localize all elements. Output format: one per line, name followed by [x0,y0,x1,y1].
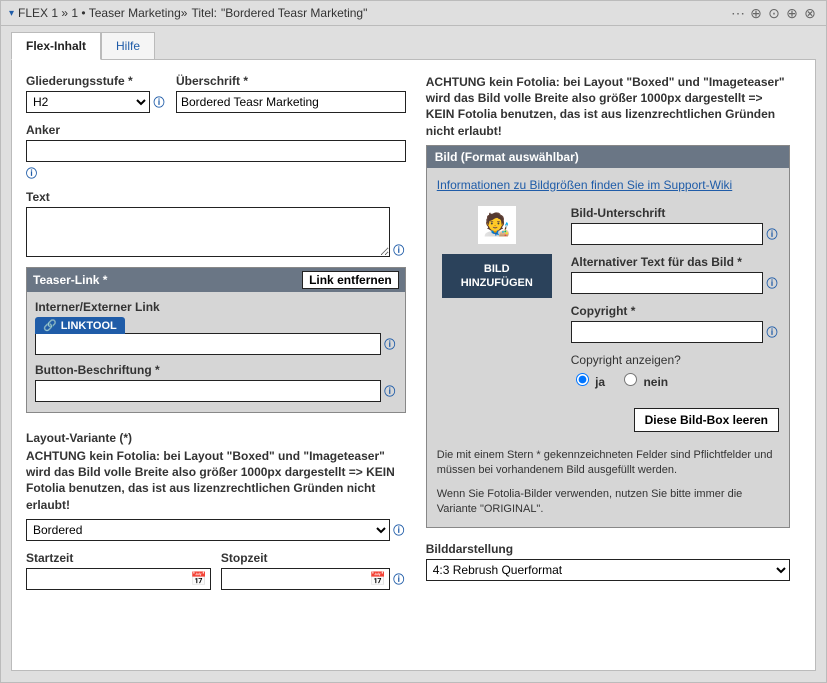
text-label: Text [26,190,406,204]
copyright-show-label: Copyright anzeigen? [571,353,779,367]
copyright-input[interactable] [571,321,763,343]
teaser-link-box: Teaser-Link * Link entfernen Interner/Ex… [26,267,406,413]
anker-label: Anker [26,123,406,137]
fotolia-note: Wenn Sie Fotolia-Bilder verwenden, nutze… [437,487,779,518]
bilddarstellung-label: Bilddarstellung [426,542,790,556]
button-beschriftung-label: Button-Beschriftung * [35,363,397,377]
anker-input[interactable] [26,140,406,162]
text-textarea[interactable] [26,207,390,257]
info-icon[interactable] [383,337,397,351]
bild-unterschrift-input[interactable] [571,223,763,245]
gliederung-label: Gliederungsstufe * [26,74,166,88]
circle-plus-icon[interactable]: ⊕ [748,5,764,21]
content-panel: Gliederungsstufe * H2 Überschrift * [11,59,816,671]
radio-nein-label: nein [643,375,668,389]
radio-ja-wrap[interactable]: ja [571,370,605,389]
title-value: "Bordered Teasr Marketing" [221,6,367,20]
clear-image-box-button[interactable]: Diese Bild-Box leeren [634,408,779,432]
right-column: ACHTUNG kein Fotolia: bei Layout "Boxed"… [426,74,790,600]
intern-extern-input[interactable] [35,333,381,355]
radio-nein[interactable] [624,373,637,386]
title-label: Titel: [191,6,217,20]
titlebar: ▾ FLEX 1 » 1 • Teaser Marketing» Titel: … [1,1,826,26]
image-panel: Bild (Format auswählbar) Informationen z… [426,145,790,529]
info-icon[interactable] [26,165,40,179]
layout-select[interactable]: Bordered [26,519,390,541]
link-entfernen-button[interactable]: Link entfernen [302,271,399,289]
editor-window: ▾ FLEX 1 » 1 • Teaser Marketing» Titel: … [0,0,827,683]
radio-nein-wrap[interactable]: nein [619,370,668,389]
circle-add-icon[interactable]: ⊕ [784,5,800,21]
link-icon: 🔗 [43,319,57,332]
circle-close-icon[interactable]: ⊗ [802,5,818,21]
tab-hilfe[interactable]: Hilfe [101,32,155,60]
info-icon[interactable] [392,243,406,257]
linktool-label: LINKTOOL [61,320,117,332]
info-icon[interactable] [392,523,406,537]
support-wiki-link[interactable]: Informationen zu Bildgrößen finden Sie i… [437,178,732,192]
title-prefix: FLEX 1 » 1 • Teaser Marketing» [18,6,187,20]
more-icon[interactable]: ⋯ [730,5,746,21]
info-icon[interactable] [765,276,779,290]
linktool-button[interactable]: 🔗 LINKTOOL [35,317,125,334]
image-panel-title: Bild (Format auswählbar) [427,146,789,168]
circle-arrow-icon[interactable]: ⊙ [766,5,782,21]
teaser-link-label: Teaser-Link * [33,273,107,287]
intern-extern-label: Interner/Externer Link [35,300,397,314]
startzeit-input[interactable] [26,568,211,590]
info-icon[interactable] [765,325,779,339]
layout-label: Layout-Variante (*) [26,431,406,445]
info-icon[interactable] [765,227,779,241]
tabbar: Flex-Inhalt Hilfe [1,26,826,60]
alt-text-input[interactable] [571,272,763,294]
stopzeit-input[interactable] [221,568,390,590]
startzeit-label: Startzeit [26,551,211,565]
copyright-label: Copyright * [571,304,779,318]
tab-flex-inhalt[interactable]: Flex-Inhalt [11,32,101,60]
button-beschriftung-input[interactable] [35,380,381,402]
image-thumbnail: 🧑‍🎨 [478,206,516,244]
radio-ja[interactable] [576,373,589,386]
info-icon[interactable] [152,95,166,109]
info-icon[interactable] [392,572,406,586]
stopzeit-label: Stopzeit [221,551,406,565]
left-column: Gliederungsstufe * H2 Überschrift * [26,74,406,600]
info-icon[interactable] [383,384,397,398]
bilddarstellung-select[interactable]: 4:3 Rebrush Querformat [426,559,790,581]
mandatory-note: Die mit einem Stern * gekennzeichneten F… [437,448,779,479]
layout-warning: ACHTUNG kein Fotolia: bei Layout "Boxed"… [26,448,406,513]
alt-text-label: Alternativer Text für das Bild * [571,255,779,269]
bild-unterschrift-label: Bild-Unterschrift [571,206,779,220]
top-warning: ACHTUNG kein Fotolia: bei Layout "Boxed"… [426,74,790,139]
add-image-button[interactable]: BILD HINZUFÜGEN [442,254,552,299]
ueberschrift-label: Überschrift * [176,74,406,88]
ueberschrift-input[interactable] [176,91,406,113]
collapse-icon[interactable]: ▾ [9,8,14,19]
radio-ja-label: ja [595,375,605,389]
gliederung-select[interactable]: H2 [26,91,150,113]
